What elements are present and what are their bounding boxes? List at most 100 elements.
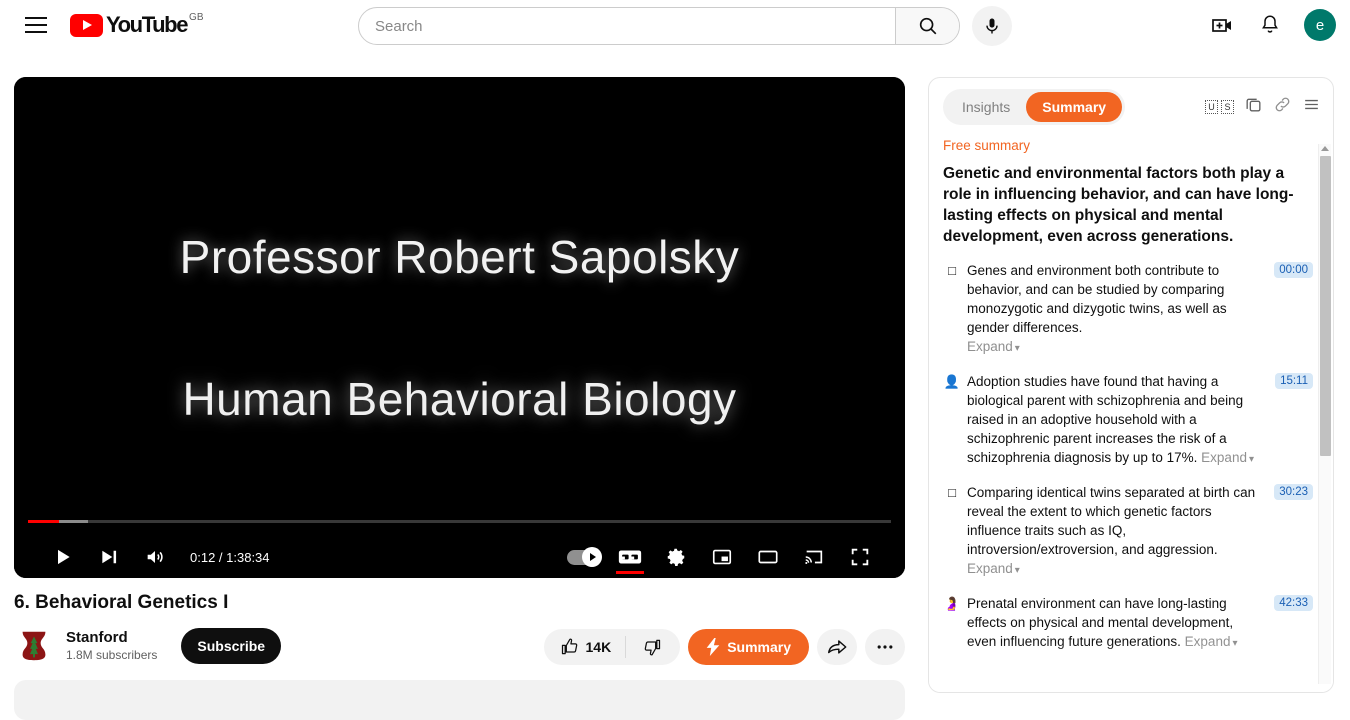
summary-action-button[interactable]: Summary [688, 629, 809, 665]
chevron-down-icon: ▾ [1232, 638, 1238, 649]
volume-button[interactable] [132, 538, 178, 576]
expand-button[interactable]: Expand ▾ [967, 337, 1263, 358]
dislike-button[interactable] [626, 629, 678, 665]
video-frame: Professor Robert Sapolsky Human Behavior… [14, 77, 905, 578]
miniplayer-button[interactable] [699, 538, 745, 576]
summary-item[interactable]: 🤰 Prenatal environment can have long-las… [943, 594, 1313, 653]
subscribe-button[interactable]: Subscribe [181, 628, 282, 664]
copy-button[interactable] [1244, 95, 1263, 119]
white-square-icon: □ [948, 485, 956, 500]
autoplay-toggle-button[interactable] [561, 538, 607, 576]
like-button[interactable]: 14K [546, 629, 626, 665]
timestamp-badge[interactable]: 30:23 [1274, 484, 1313, 500]
scroll-up-arrow-icon[interactable] [1321, 146, 1329, 151]
panel-scrollbar[interactable] [1318, 144, 1331, 684]
miniplayer-icon [712, 549, 732, 565]
hamburger-line [25, 17, 47, 19]
volume-icon [147, 551, 163, 563]
expand-button[interactable]: Expand ▾ [1185, 634, 1238, 649]
expand-label: Expand [967, 561, 1013, 576]
chevron-down-icon: ▾ [1014, 565, 1020, 576]
timestamp-badge[interactable]: 15:11 [1275, 373, 1313, 389]
video-frame-line-1: Professor Robert Sapolsky [179, 230, 740, 283]
more-actions-button[interactable] [865, 629, 905, 665]
lightning-bolt-icon [706, 638, 720, 656]
notifications-button[interactable] [1250, 5, 1290, 45]
panel-header-icons: U S [1205, 95, 1321, 119]
share-button[interactable] [817, 629, 857, 665]
subtitles-button[interactable] [607, 538, 653, 576]
summary-item[interactable]: □ Comparing identical twins separated at… [943, 483, 1313, 580]
microphone-icon [986, 18, 998, 34]
account-avatar[interactable]: e [1304, 9, 1336, 41]
copy-link-button[interactable] [1273, 95, 1292, 119]
summary-headline: Genetic and environmental factors both p… [943, 165, 1294, 245]
progress-bar[interactable] [28, 520, 891, 523]
youtube-logo[interactable]: YouTube GB [70, 11, 204, 37]
hamburger-menu-icon [1305, 99, 1318, 110]
channel-owner-row: Stanford 1.8M subscribers Subscribe [14, 626, 282, 666]
next-video-button[interactable] [86, 538, 132, 576]
play-icon [58, 549, 70, 565]
subtitles-active-underline [616, 571, 644, 574]
masthead-right: e [1202, 5, 1336, 45]
chevron-down-icon: ▾ [1248, 454, 1254, 465]
panel-menu-button[interactable] [1302, 95, 1321, 119]
youtube-country-code: GB [189, 11, 204, 23]
channel-avatar[interactable] [14, 626, 54, 666]
search-area [358, 6, 1012, 46]
expand-button[interactable]: Expand ▾ [967, 561, 1020, 576]
like-count: 14K [585, 639, 612, 655]
language-toggle-button[interactable]: U S [1205, 100, 1234, 114]
cast-button[interactable] [791, 538, 837, 576]
summary-item-text: Comparing identical twins separated at b… [961, 483, 1309, 580]
summary-item-text: Prenatal environment can have long-lasti… [961, 594, 1309, 653]
language-s-icon: S [1221, 100, 1234, 114]
pregnant-person-icon: 🤰 [943, 596, 961, 611]
summary-item-body: Genes and environment both contribute to… [967, 263, 1227, 335]
summary-panel-body[interactable]: Free summary Genetic and environmental f… [929, 136, 1333, 692]
summary-item[interactable]: 👤 Adoption studies have found that havin… [943, 372, 1313, 469]
link-icon [1275, 97, 1290, 112]
hamburger-line [25, 24, 47, 26]
timestamp-badge[interactable]: 00:00 [1274, 262, 1313, 278]
video-description-box[interactable] [14, 680, 905, 720]
player-controls: 0:12 / 1:38:34 [14, 516, 905, 578]
summary-action-label: Summary [727, 639, 791, 655]
more-horizontal-icon [877, 645, 893, 649]
person-silhouette-icon: 👤 [943, 374, 961, 389]
tab-summary[interactable]: Summary [1026, 92, 1123, 122]
video-player[interactable]: Professor Robert Sapolsky Human Behavior… [14, 77, 905, 578]
language-u-icon: U [1205, 100, 1218, 114]
expand-label: Expand [1184, 634, 1231, 649]
masthead-left: YouTube GB [0, 5, 204, 45]
play-button[interactable] [40, 538, 86, 576]
scrollbar-thumb[interactable] [1320, 156, 1331, 456]
search-box[interactable] [358, 7, 960, 45]
subscriber-count: 1.8M subscribers [66, 647, 158, 662]
channel-name[interactable]: Stanford [66, 628, 157, 648]
closed-captions-icon [618, 550, 642, 564]
youtube-play-icon [70, 13, 103, 37]
create-video-button[interactable] [1202, 5, 1242, 45]
search-input[interactable] [359, 8, 895, 44]
search-button[interactable] [895, 8, 959, 44]
settings-button[interactable] [653, 538, 699, 576]
tab-insights[interactable]: Insights [946, 92, 1026, 122]
video-frame-line-2: Human Behavioral Biology [182, 372, 737, 425]
voice-search-button[interactable] [972, 6, 1012, 46]
expand-button[interactable]: Expand ▾ [1201, 450, 1254, 465]
time-display: 0:12 / 1:38:34 [190, 549, 270, 565]
progress-played [28, 520, 59, 523]
guide-menu-button[interactable] [16, 5, 56, 45]
summary-item[interactable]: □ Genes and environment both contribute … [943, 261, 1313, 358]
autoplay-toggle[interactable] [567, 547, 602, 567]
autoplay-knob-icon [582, 547, 602, 567]
thumbs-up-icon [561, 638, 577, 655]
summary-item-text: Genes and environment both contribute to… [961, 261, 1309, 358]
timestamp-badge[interactable]: 42:33 [1274, 595, 1313, 611]
theater-mode-button[interactable] [745, 538, 791, 576]
chevron-down-icon: ▾ [1014, 343, 1020, 354]
fullscreen-button[interactable] [837, 538, 883, 576]
player-controls-left: 0:12 / 1:38:34 [40, 538, 270, 576]
